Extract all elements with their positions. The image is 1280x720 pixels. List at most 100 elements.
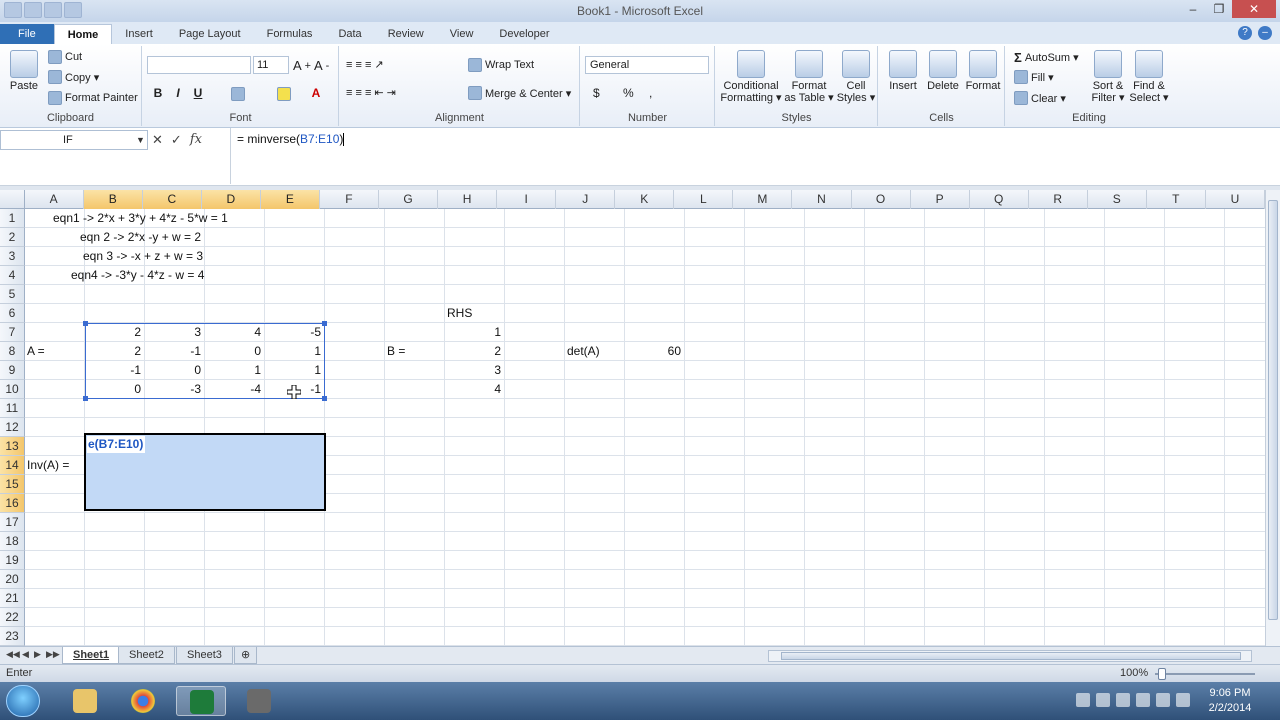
column-header-e[interactable]: E [260,190,320,209]
worksheet-grid[interactable]: ABCDEFGHIJKLMNOPQRSTU 1 2 3 4 5 6 7 8 9 10 11 12 13 1… [0,190,1265,646]
next-sheet-icon[interactable]: ▶ [34,649,41,660]
sheet-tab-3[interactable]: Sheet3 [176,647,233,664]
format-button[interactable]: Format [963,50,1003,92]
zoom-level[interactable]: 100% [1120,667,1148,679]
matrix-a-cell[interactable]: -5 [265,323,323,342]
horizontal-align-buttons[interactable]: ≡ ≡ ≡ ⇤ ⇥ [346,86,396,99]
tray-icon[interactable] [1176,693,1190,707]
cancel-icon[interactable]: ✕ [152,132,163,148]
autosum-button[interactable]: Σ AutoSum ▾ [1014,50,1079,65]
row-header-22[interactable]: 22 [0,608,25,627]
row-header-7[interactable]: 7 [0,323,25,342]
network-icon[interactable] [1136,693,1150,707]
matrix-a-cell[interactable]: 4 [205,323,263,342]
tab-page-layout[interactable]: Page Layout [166,24,254,44]
copy-button[interactable]: Copy ▾ [48,70,99,84]
find-select-button[interactable]: Find & Select ▾ [1128,50,1170,104]
formula-input[interactable]: = minverse(B7:E10) [230,128,1266,184]
cell-area[interactable]: eqn1 -> 2*x + 3*y + 4*z - 5*w = 1 eqn 2 … [25,209,1265,646]
insert-function-icon[interactable]: fx [190,132,202,148]
tab-developer[interactable]: Developer [486,24,562,44]
a-label[interactable]: A = [27,342,45,361]
wrap-text-button[interactable]: Wrap Text [468,58,534,72]
det-value[interactable]: 60 [625,342,683,361]
column-header-a[interactable]: A [25,190,84,209]
delete-button[interactable]: Delete [923,50,963,92]
column-header-q[interactable]: Q [970,190,1029,209]
row-header-9[interactable]: 9 [0,361,25,380]
row-header-15[interactable]: 15 [0,475,25,494]
column-header-c[interactable]: C [142,190,202,209]
minimize-button[interactable]: – [1180,0,1206,18]
tab-insert[interactable]: Insert [112,24,166,44]
column-header-j[interactable]: J [556,190,616,209]
tray-icon[interactable] [1116,693,1130,707]
matrix-a-cell[interactable]: 2 [85,342,143,361]
currency-button[interactable]: $ [593,86,600,100]
column-header-f[interactable]: F [320,190,379,209]
row-header-11[interactable]: 11 [0,399,25,418]
app-taskbar-button[interactable] [234,686,284,716]
close-button[interactable]: ✕ [1232,0,1276,18]
tray-icon[interactable] [1096,693,1110,707]
font-family-dropdown[interactable] [147,56,251,74]
clear-button[interactable]: Clear ▾ [1014,91,1066,105]
bold-button[interactable]: B [149,86,167,100]
matrix-a-cell[interactable]: -1 [145,342,203,361]
vector-b-cell[interactable]: 4 [445,380,503,399]
restore-button[interactable]: ❐ [1206,0,1232,18]
row-header-14[interactable]: 14 [0,456,25,475]
tab-view[interactable]: View [437,24,487,44]
column-header-g[interactable]: G [379,190,439,209]
tab-file[interactable]: File [0,24,54,44]
paste-button[interactable]: Paste [6,50,42,92]
tab-formulas[interactable]: Formulas [254,24,326,44]
font-size-dropdown[interactable]: 11 [253,56,289,74]
select-all-corner[interactable] [0,190,25,209]
format-as-table-button[interactable]: Format as Table ▾ [784,50,834,104]
row-header-18[interactable]: 18 [0,532,25,551]
column-header-d[interactable]: D [201,190,261,209]
first-sheet-icon[interactable]: ◀◀ [6,649,20,660]
tab-review[interactable]: Review [375,24,437,44]
row-header-23[interactable]: 23 [0,627,25,646]
row-header-2[interactable]: 2 [0,228,25,247]
italic-button[interactable]: I [169,86,187,100]
row-header-13[interactable]: 13 [0,437,25,456]
tray-icon[interactable] [1076,693,1090,707]
volume-icon[interactable] [1156,693,1170,707]
matrix-a-cell[interactable]: -1 [265,380,323,399]
percent-button[interactable]: % [623,86,634,100]
matrix-a-cell[interactable]: -4 [205,380,263,399]
last-sheet-icon[interactable]: ▶▶ [46,649,60,660]
vector-b-cell[interactable]: 1 [445,323,503,342]
column-header-m[interactable]: M [733,190,793,209]
vector-b-cell[interactable]: 2 [445,342,503,361]
column-header-h[interactable]: H [438,190,498,209]
font-color-button[interactable]: A [307,86,325,100]
clock[interactable]: 9:06 PM 2/2/2014 [1200,686,1260,716]
insert-sheet-icon[interactable]: ⊕ [234,647,258,664]
cut-button[interactable]: Cut [48,50,82,64]
equation-4-cell[interactable]: eqn4 -> -3*y - 4*z - w = 4 [71,266,204,285]
comma-button[interactable]: , [649,86,652,100]
equation-3-cell[interactable]: eqn 3 -> -x + z + w = 3 [83,247,203,266]
equation-1-cell[interactable]: eqn1 -> 2*x + 3*y + 4*z - 5*w = 1 [53,209,228,228]
matrix-a-cell[interactable]: 1 [265,342,323,361]
sheet-tab-2[interactable]: Sheet2 [118,647,175,664]
matrix-a-cell[interactable]: -3 [145,380,203,399]
start-button[interactable] [6,685,40,717]
fill-button[interactable]: Fill ▾ [1014,70,1054,84]
column-header-r[interactable]: R [1029,190,1088,209]
horizontal-scrollbar[interactable] [768,650,1252,662]
matrix-a-cell[interactable]: 2 [85,323,143,342]
sort-filter-button[interactable]: Sort & Filter ▾ [1088,50,1128,104]
zoom-slider[interactable] [1155,673,1255,675]
row-header-10[interactable]: 10 [0,380,25,399]
column-header-p[interactable]: P [911,190,970,209]
chevron-down-icon[interactable]: ▼ [136,135,145,145]
row-header-4[interactable]: 4 [0,266,25,285]
column-header-n[interactable]: N [792,190,852,209]
active-edit-cell[interactable]: e(B7:E10) [87,436,145,453]
tab-data[interactable]: Data [325,24,374,44]
